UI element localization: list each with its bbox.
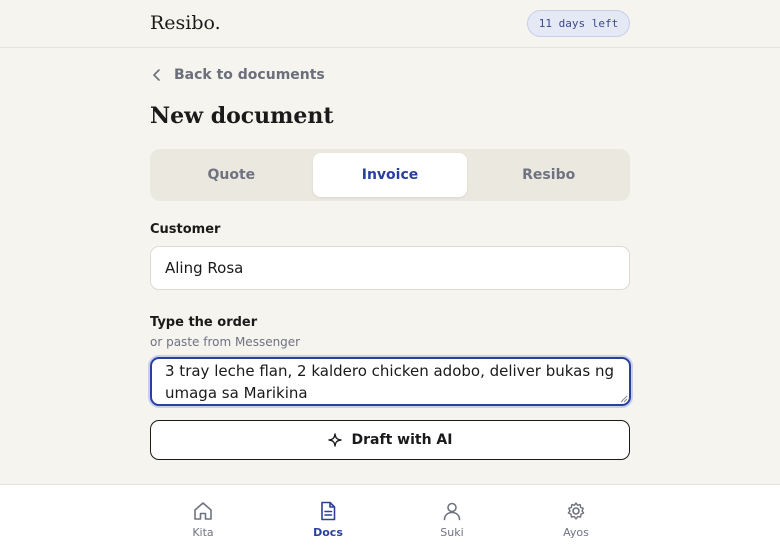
page-title: New document [150,103,334,129]
order-label: Type the order [150,315,258,330]
back-link-label: Back to documents [174,67,325,83]
nav-item-kita[interactable]: Kita [158,485,248,555]
tab-invoice[interactable]: Invoice [312,153,468,197]
order-hint: or paste from Messenger [150,335,301,349]
app-logo: Resibo. [150,12,221,34]
nav-item-suki[interactable]: Suki [407,485,497,555]
sparkle-icon [327,433,342,447]
nav-label-ayos: Ayos [563,526,589,539]
document-type-tabs: Quote Invoice Resibo [150,149,630,201]
top-bar: Resibo. 11 days left [0,0,780,48]
settings-icon [567,502,585,520]
nav-label-suki: Suki [440,526,464,539]
draft-button-label: Draft with AI [351,432,453,448]
bottom-navigation: Kita Docs Suki Ayos [0,484,780,555]
back-to-documents-link[interactable]: Back to documents [150,64,325,86]
draft-with-ai-button[interactable]: Draft with AI [150,420,630,460]
customer-input[interactable] [150,246,630,290]
nav-label-kita: Kita [192,526,214,539]
document-icon [321,501,336,521]
tab-quote[interactable]: Quote [154,153,309,197]
customer-label: Customer [150,222,221,237]
nav-label-docs: Docs [313,526,343,539]
nav-item-docs[interactable]: Docs [283,485,373,555]
order-textarea[interactable]: 3 tray leche flan, 2 kaldero chicken ado… [150,357,631,406]
home-icon [194,502,212,520]
nav-item-ayos[interactable]: Ayos [531,485,621,555]
chevron-left-icon [153,69,160,81]
trial-days-badge: 11 days left [527,10,630,37]
tab-resibo[interactable]: Resibo [471,153,626,197]
resize-grip-icon[interactable] [619,394,628,403]
user-icon [443,502,461,521]
